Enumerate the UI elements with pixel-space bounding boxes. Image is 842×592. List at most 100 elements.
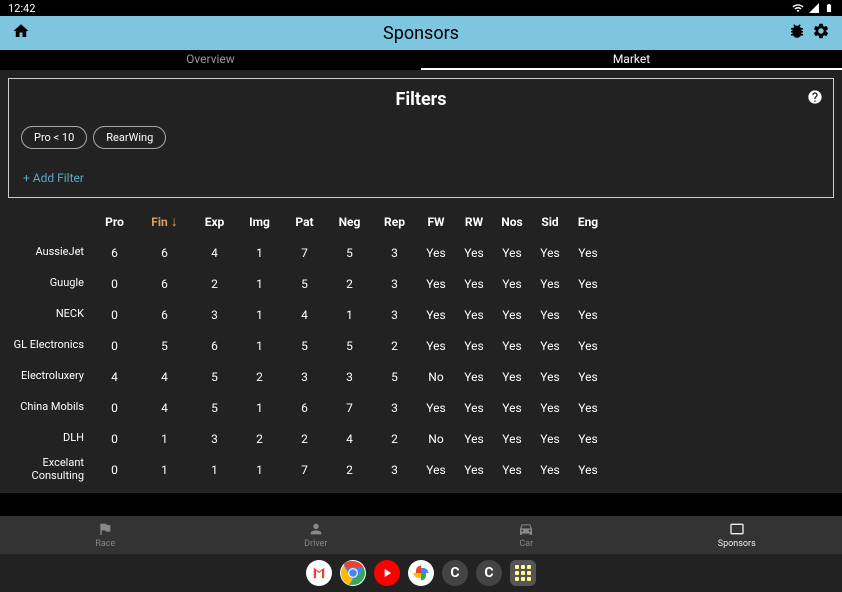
nav-race-label: Race bbox=[95, 539, 115, 549]
cell-value: Yes bbox=[569, 370, 607, 384]
cell-value: 4 bbox=[192, 246, 237, 260]
cell-value: 2 bbox=[327, 277, 372, 291]
cell-value: Yes bbox=[455, 370, 493, 384]
nav-driver[interactable]: Driver bbox=[211, 516, 422, 554]
cell-value: Yes bbox=[455, 401, 493, 415]
filter-chip-pro[interactable]: Pro < 10 bbox=[21, 126, 87, 149]
cell-value: 1 bbox=[192, 463, 237, 477]
gmail-icon[interactable] bbox=[306, 560, 332, 586]
cell-value: 7 bbox=[282, 246, 327, 260]
column-header-rep[interactable]: Rep bbox=[372, 215, 417, 229]
bug-icon[interactable] bbox=[788, 22, 806, 44]
cell-value: 6 bbox=[137, 308, 192, 322]
cell-value: 0 bbox=[92, 432, 137, 446]
cell-value: 6 bbox=[137, 277, 192, 291]
cell-value: Yes bbox=[569, 246, 607, 260]
cell-value: Yes bbox=[455, 277, 493, 291]
photos-icon[interactable] bbox=[408, 560, 434, 586]
cell-value: 1 bbox=[237, 277, 282, 291]
nav-race[interactable]: Race bbox=[0, 516, 211, 554]
table-row[interactable]: DLH0132242NoYesYesYesYes bbox=[8, 423, 834, 454]
column-header-neg[interactable]: Neg bbox=[327, 215, 372, 229]
flag-icon bbox=[97, 521, 113, 537]
cell-value: 3 bbox=[372, 308, 417, 322]
column-header-exp[interactable]: Exp bbox=[192, 215, 237, 229]
main-area: Filters Pro < 10 RearWing + Add Filter P… bbox=[0, 70, 842, 493]
cell-value: 7 bbox=[282, 463, 327, 477]
column-header-pro[interactable]: Pro bbox=[92, 215, 137, 229]
cell-value: Yes bbox=[417, 401, 455, 415]
column-header-img[interactable]: Img bbox=[237, 215, 282, 229]
cell-value: Yes bbox=[569, 463, 607, 477]
column-header-eng[interactable]: Eng bbox=[569, 215, 607, 229]
cell-value: Yes bbox=[531, 463, 569, 477]
filter-chip-rearwing[interactable]: RearWing bbox=[93, 126, 166, 149]
cell-value: 3 bbox=[282, 370, 327, 384]
column-header-sid[interactable]: Sid bbox=[531, 215, 569, 229]
cell-value: 1 bbox=[137, 432, 192, 446]
cell-value: 2 bbox=[237, 370, 282, 384]
table-row[interactable]: Excelant Consulting0111723YesYesYesYesYe… bbox=[8, 454, 834, 485]
cell-value: Yes bbox=[569, 432, 607, 446]
sponsor-name: AussieJet bbox=[8, 246, 92, 258]
help-icon[interactable] bbox=[807, 89, 823, 109]
apps-grid-icon[interactable] bbox=[510, 560, 536, 586]
person-icon bbox=[308, 521, 324, 537]
cell-value: Yes bbox=[569, 308, 607, 322]
table-header-row: ProFin ↓ExpImgPatNegRepFWRWNosSidEng bbox=[8, 206, 834, 237]
cell-value: Yes bbox=[493, 277, 531, 291]
nav-car-label: Car bbox=[519, 539, 533, 549]
cell-value: 5 bbox=[192, 370, 237, 384]
column-header-fin[interactable]: Fin ↓ bbox=[137, 213, 192, 230]
cell-value: 0 bbox=[92, 277, 137, 291]
table-row[interactable]: China Mobils0451673YesYesYesYesYes bbox=[8, 392, 834, 423]
chrome-icon[interactable] bbox=[340, 560, 366, 586]
dock-c1-icon[interactable]: C bbox=[442, 560, 468, 586]
cell-value: Yes bbox=[417, 339, 455, 353]
table-row[interactable]: NECK0631413YesYesYesYesYes bbox=[8, 299, 834, 330]
cell-value: 1 bbox=[237, 463, 282, 477]
add-filter-button[interactable]: + Add Filter bbox=[21, 171, 821, 185]
column-header-fw[interactable]: FW bbox=[417, 215, 455, 229]
table-row[interactable]: AussieJet6641753YesYesYesYesYes bbox=[8, 237, 834, 268]
tab-market[interactable]: Market bbox=[421, 50, 842, 70]
home-icon[interactable] bbox=[12, 22, 30, 44]
cell-value: Yes bbox=[455, 339, 493, 353]
cell-value: Yes bbox=[417, 277, 455, 291]
cell-value: Yes bbox=[417, 463, 455, 477]
cell-value: Yes bbox=[493, 401, 531, 415]
cell-value: 5 bbox=[137, 339, 192, 353]
settings-icon[interactable] bbox=[812, 22, 830, 44]
cell-value: Yes bbox=[531, 246, 569, 260]
column-header-pat[interactable]: Pat bbox=[282, 215, 327, 229]
table-row[interactable]: Guugle0621523YesYesYesYesYes bbox=[8, 268, 834, 299]
nav-sponsors[interactable]: Sponsors bbox=[632, 516, 842, 554]
column-header-nos[interactable]: Nos bbox=[493, 215, 531, 229]
cell-value: 5 bbox=[192, 401, 237, 415]
cell-value: 2 bbox=[237, 432, 282, 446]
table-row[interactable]: GL Electronics0561552YesYesYesYesYes bbox=[8, 330, 834, 361]
sort-arrow-icon: ↓ bbox=[171, 214, 178, 230]
column-header-rw[interactable]: RW bbox=[455, 215, 493, 229]
cell-value: 3 bbox=[372, 463, 417, 477]
cell-value: Yes bbox=[455, 432, 493, 446]
cell-value: 3 bbox=[192, 308, 237, 322]
sponsor-name: NECK bbox=[8, 308, 92, 320]
cell-value: Yes bbox=[493, 463, 531, 477]
cell-value: 0 bbox=[92, 401, 137, 415]
tab-overview[interactable]: Overview bbox=[0, 50, 421, 70]
cell-value: 5 bbox=[327, 339, 372, 353]
table-row[interactable]: Electroluxery4452335NoYesYesYesYes bbox=[8, 361, 834, 392]
cell-value: Yes bbox=[569, 277, 607, 291]
cell-value: Yes bbox=[493, 308, 531, 322]
cell-value: No bbox=[417, 432, 455, 446]
car-icon bbox=[518, 521, 534, 537]
nav-car[interactable]: Car bbox=[421, 516, 632, 554]
youtube-icon[interactable] bbox=[374, 560, 400, 586]
cell-value: 0 bbox=[92, 339, 137, 353]
cell-value: No bbox=[417, 370, 455, 384]
status-bar: 12:42 bbox=[0, 0, 842, 16]
tabs: Overview Market bbox=[0, 50, 842, 70]
cell-value: 3 bbox=[327, 370, 372, 384]
dock-c2-icon[interactable]: C bbox=[476, 560, 502, 586]
